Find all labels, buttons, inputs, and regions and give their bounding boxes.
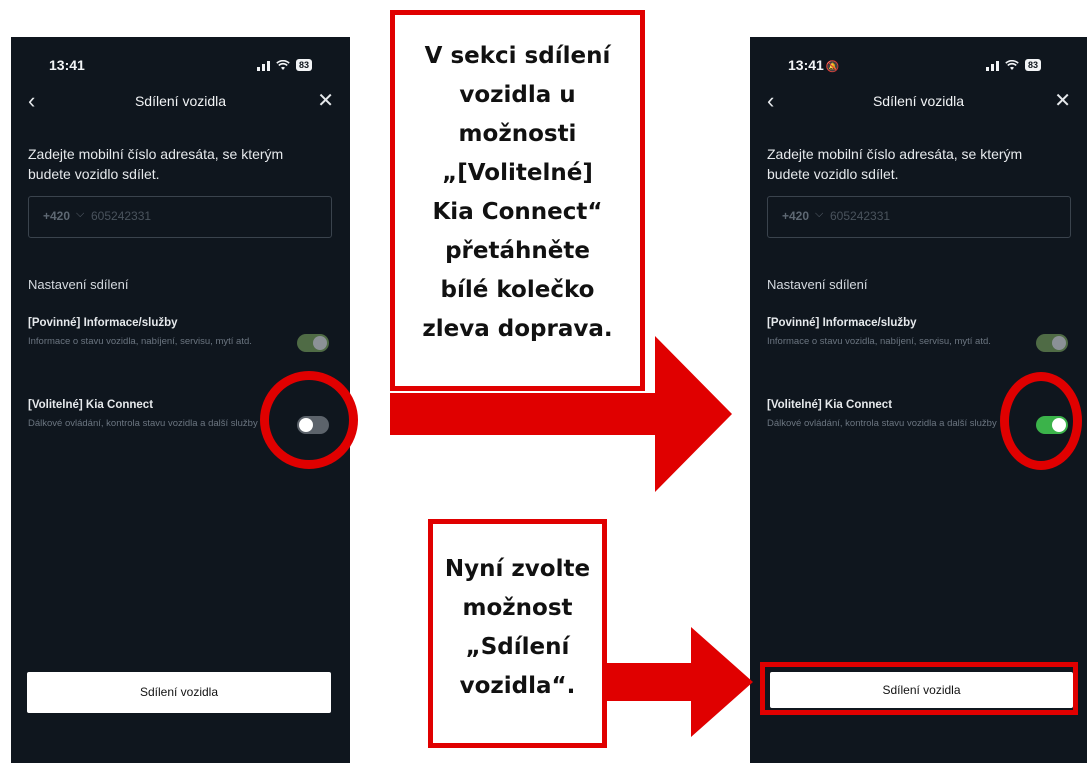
highlight-circle-toggle-before [260, 371, 358, 469]
signal-icon [257, 60, 270, 71]
signal-icon [986, 60, 999, 71]
instruction-callout-share: Nyní zvolte možnost „Sdílení vozidla“. [428, 519, 607, 748]
wifi-icon [1005, 59, 1019, 70]
callout-line: zleva doprava. [422, 316, 613, 342]
chevron-down-icon[interactable]: ⌵ [76, 208, 84, 221]
instruction-callout-toggle: V sekci sdílení vozidla u možnosti „[Vol… [390, 10, 645, 391]
chevron-down-icon[interactable]: ⌵ [815, 208, 823, 221]
status-time: 13:41 [49, 57, 85, 73]
page-title: Sdílení vozidla [872, 93, 965, 109]
page-title: Sdílení vozidla [134, 93, 227, 109]
callout-line: možnosti [458, 121, 577, 147]
callout-line: vozidla u [459, 82, 576, 108]
option-title-required: [Povinné] Informace/služby [28, 317, 178, 329]
phone-number-input[interactable]: +420 ⌵ 605242331 [767, 196, 1071, 238]
option-desc-required: Informace o stavu vozidla, nabíjení, ser… [767, 336, 991, 347]
instruction-text: Zadejte mobilní číslo adresáta, se který… [28, 146, 284, 182]
callout-line: bílé kolečko [440, 277, 595, 303]
status-icons: 83 [986, 59, 1042, 71]
option-title-kia-connect: [Volitelné] Kia Connect [767, 399, 893, 411]
status-time: 13:41 🔕 [788, 57, 840, 73]
status-time-value: 13:41 [788, 57, 824, 73]
battery-icon: 83 [296, 59, 313, 71]
toggle-knob [1052, 336, 1066, 350]
status-icons: 83 [257, 59, 313, 71]
option-title-kia-connect: [Volitelné] Kia Connect [28, 399, 154, 411]
close-icon[interactable]: ✕ [1054, 89, 1071, 113]
share-vehicle-button[interactable]: Sdílení vozidla [27, 672, 331, 713]
phone-number-value[interactable]: 605242331 [830, 209, 890, 223]
callout-line: Nyní zvolte [444, 556, 591, 582]
callout-line: „[Volitelné] [442, 160, 593, 186]
callout-line: V sekci sdílení [424, 43, 611, 69]
section-title: Nastavení sdílení [767, 277, 868, 292]
phone-number-input[interactable]: +420 ⌵ 605242331 [28, 196, 332, 238]
highlight-share-button [760, 662, 1078, 715]
callout-line: „Sdílení [465, 634, 570, 660]
toggle-knob [313, 336, 327, 350]
toggle-required-info [297, 334, 329, 352]
arrow-right-icon [605, 627, 753, 737]
option-desc-kia-connect: Dálkové ovládání, kontrola stavu vozidla… [767, 418, 997, 429]
nav-bar: ‹ Sdílení vozidla ✕ [750, 89, 1087, 119]
option-desc-kia-connect: Dálkové ovládání, kontrola stavu vozidla… [28, 418, 258, 429]
country-code-select[interactable]: +420 [782, 209, 809, 223]
nav-bar: ‹ Sdílení vozidla ✕ [11, 89, 350, 119]
option-title-required: [Povinné] Informace/služby [767, 317, 917, 329]
wifi-icon [276, 59, 290, 70]
instruction-text: Zadejte mobilní číslo adresáta, se který… [767, 146, 1023, 182]
callout-line: vozidla“. [459, 673, 576, 699]
callout-line: přetáhněte [445, 238, 590, 264]
bell-slash-icon: 🔕 [825, 61, 840, 73]
section-title: Nastavení sdílení [28, 277, 129, 292]
callout-line: Kia Connect“ [432, 199, 603, 225]
option-desc-required: Informace o stavu vozidla, nabíjení, ser… [28, 336, 252, 347]
phone-number-value[interactable]: 605242331 [91, 209, 151, 223]
country-code-select[interactable]: +420 [43, 209, 70, 223]
battery-icon: 83 [1025, 59, 1042, 71]
close-icon[interactable]: ✕ [317, 89, 334, 113]
callout-line: možnost [462, 595, 573, 621]
highlight-circle-toggle-after [1000, 372, 1082, 470]
toggle-required-info [1036, 334, 1068, 352]
